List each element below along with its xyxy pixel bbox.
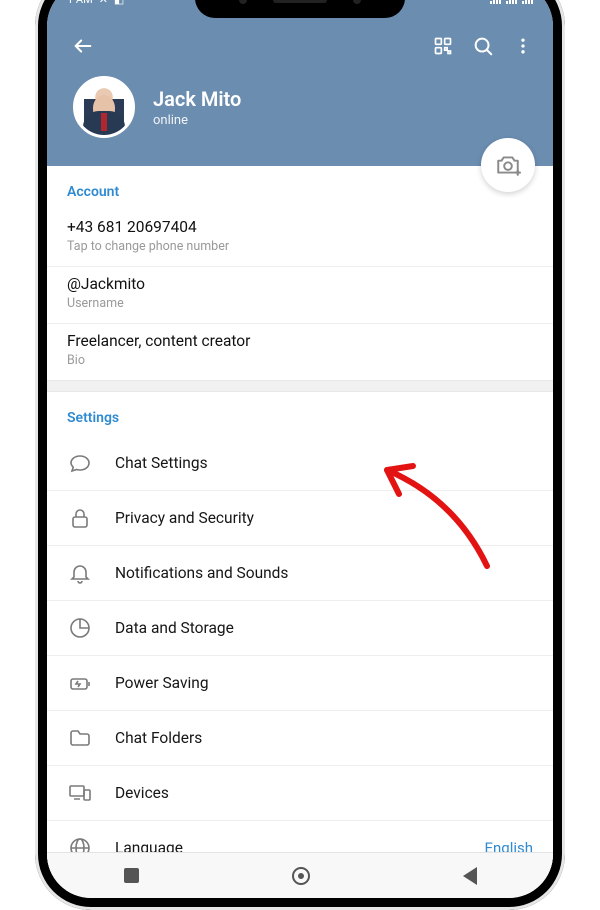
notch <box>195 0 405 18</box>
dnd-icon: ✕ <box>99 0 108 6</box>
settings-item-label: Chat Folders <box>115 729 533 747</box>
pie-icon <box>67 615 93 641</box>
settings-item-label: Data and Storage <box>115 619 533 637</box>
settings-item-label: Notifications and Sounds <box>115 564 533 582</box>
account-bio-sub: Bio <box>67 353 533 368</box>
settings-item-label: Privacy and Security <box>115 509 533 527</box>
settings-item-notifications[interactable]: Notifications and Sounds <box>47 546 553 601</box>
devices-icon <box>67 780 93 806</box>
folder-icon <box>67 725 93 751</box>
settings-item-label: Chat Settings <box>115 454 533 472</box>
account-phone-row[interactable]: +43 681 20697404 Tap to change phone num… <box>47 210 553 267</box>
phone-frame: 1 AM ✕ ◧ <box>35 0 565 910</box>
account-phone-sub: Tap to change phone number <box>67 239 533 254</box>
settings-item-chat-settings[interactable]: Chat Settings <box>47 436 553 491</box>
back-button[interactable] <box>63 26 103 66</box>
battery-icon <box>67 670 93 696</box>
change-photo-button[interactable] <box>481 138 535 192</box>
lock-icon <box>67 505 93 531</box>
back-arrow-icon <box>72 35 94 57</box>
search-icon <box>472 35 494 57</box>
settings-item-devices[interactable]: Devices <box>47 766 553 821</box>
settings-section-title: Settings <box>47 392 553 436</box>
nav-recent-button[interactable] <box>124 868 139 883</box>
qr-button[interactable] <box>423 26 463 66</box>
account-phone: +43 681 20697404 <box>67 218 533 236</box>
search-button[interactable] <box>463 26 503 66</box>
app-icon: ◧ <box>114 0 124 6</box>
screen: 1 AM ✕ ◧ <box>47 0 553 898</box>
settings-item-data-storage[interactable]: Data and Storage <box>47 601 553 656</box>
qr-icon <box>433 36 453 56</box>
settings-item-label: Power Saving <box>115 674 533 692</box>
settings-list: Chat Settings Privacy and Security Notif… <box>47 436 553 875</box>
section-gap <box>47 380 553 392</box>
more-vertical-icon <box>513 36 533 56</box>
account-section-title: Account <box>47 166 553 210</box>
account-bio-row[interactable]: Freelancer, content creator Bio <box>47 324 553 380</box>
camera-plus-icon <box>495 152 521 178</box>
settings-item-chat-folders[interactable]: Chat Folders <box>47 711 553 766</box>
profile-status: online <box>153 113 241 128</box>
status-right <box>489 0 533 4</box>
nav-home-button[interactable] <box>292 867 310 885</box>
settings-item-power-saving[interactable]: Power Saving <box>47 656 553 711</box>
content: Account +43 681 20697404 Tap to change p… <box>47 166 553 875</box>
avatar[interactable] <box>73 76 135 138</box>
profile-header: Jack Mito online <box>47 16 553 166</box>
account-bio: Freelancer, content creator <box>67 332 533 350</box>
account-username-sub: Username <box>67 296 533 311</box>
chat-icon <box>67 450 93 476</box>
profile-name: Jack Mito <box>153 87 241 111</box>
account-username: @Jackmito <box>67 275 533 293</box>
account-username-row[interactable]: @Jackmito Username <box>47 267 553 324</box>
settings-item-privacy-security[interactable]: Privacy and Security <box>47 491 553 546</box>
settings-item-label: Devices <box>115 784 533 802</box>
bell-icon <box>67 560 93 586</box>
android-navbar <box>47 852 553 898</box>
status-time: 1 AM <box>67 0 93 6</box>
nav-back-button[interactable] <box>463 867 477 885</box>
more-button[interactable] <box>503 26 543 66</box>
